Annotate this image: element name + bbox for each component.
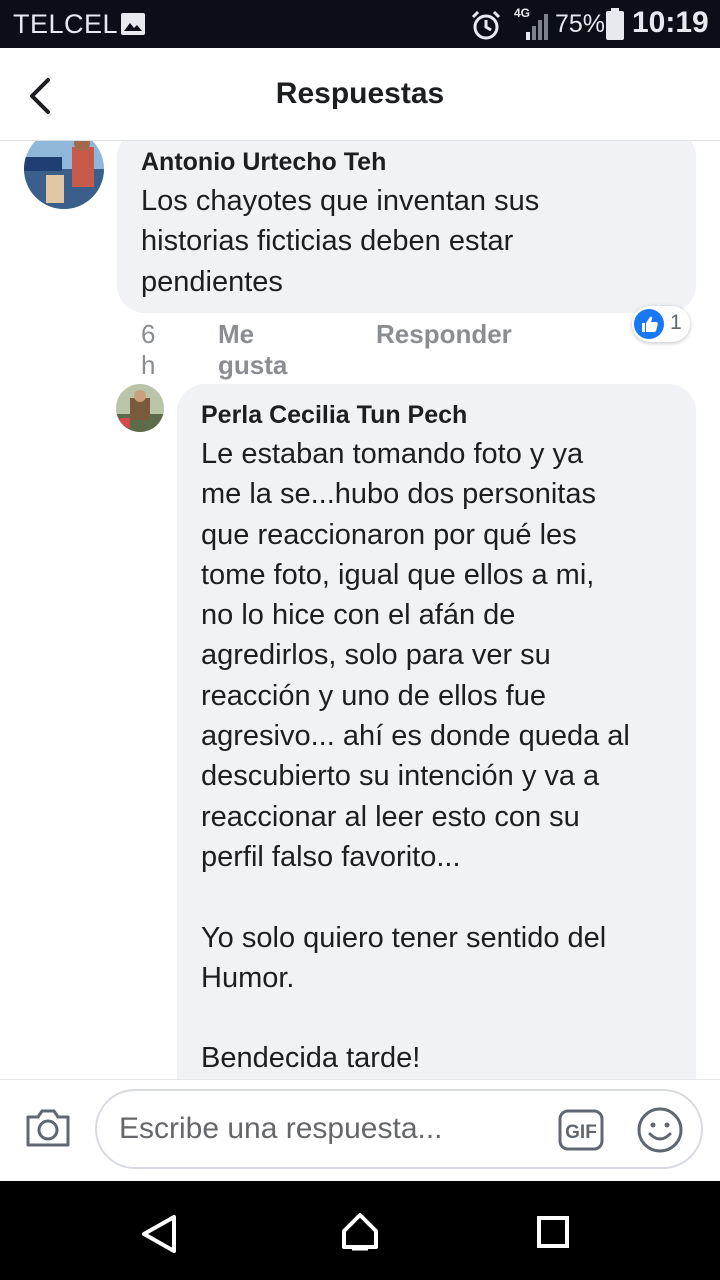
comment-text: Los chayotes que inventan sus historias … <box>141 185 540 298</box>
image-icon <box>121 13 145 35</box>
reply-input-container[interactable]: GIF <box>95 1089 703 1169</box>
app-header: Respuestas <box>0 48 720 141</box>
alarm-icon <box>471 10 501 40</box>
page-title: Respuestas <box>275 77 445 110</box>
battery-icon <box>606 8 624 40</box>
nav-back-icon[interactable] <box>140 1213 180 1255</box>
like-icon <box>634 309 664 339</box>
reaction-count: 1 <box>670 311 682 334</box>
avatar[interactable] <box>24 141 104 209</box>
reply-composer: GIF <box>0 1079 720 1182</box>
status-bar: TELCEL 4G 75% 10:19 <box>0 0 720 48</box>
emoji-icon[interactable] <box>636 1106 684 1154</box>
battery-percent: 75% <box>555 10 606 38</box>
avatar[interactable] <box>116 384 164 432</box>
reaction-badge[interactable]: 1 <box>632 306 690 342</box>
comment-time: 6 h <box>141 319 156 380</box>
like-button[interactable]: Me gusta <box>218 319 287 381</box>
comment-text: Le estaban tomando foto y ya me la se...… <box>201 438 630 1075</box>
carrier-label: TELCEL <box>13 9 119 39</box>
gif-icon[interactable]: GIF <box>558 1109 604 1151</box>
reply-button[interactable]: Responder <box>376 319 512 350</box>
nav-home-icon[interactable] <box>338 1209 382 1253</box>
comment-author[interactable]: Antonio Urtecho Teh <box>141 148 386 177</box>
system-nav-bar <box>0 1181 720 1280</box>
replies-thread[interactable]: Antonio Urtecho Teh Los chayotes que inv… <box>0 141 720 1079</box>
nav-recents-icon[interactable] <box>537 1216 569 1248</box>
comment-author[interactable]: Perla Cecilia Tun Pech <box>201 401 467 430</box>
reply-input[interactable] <box>117 1105 541 1153</box>
clock: 10:19 <box>632 6 709 39</box>
signal-icon: 4G <box>514 6 548 40</box>
network-type-label: 4G <box>514 6 530 20</box>
gif-label: GIF <box>565 1122 597 1143</box>
camera-icon[interactable] <box>24 1107 72 1149</box>
